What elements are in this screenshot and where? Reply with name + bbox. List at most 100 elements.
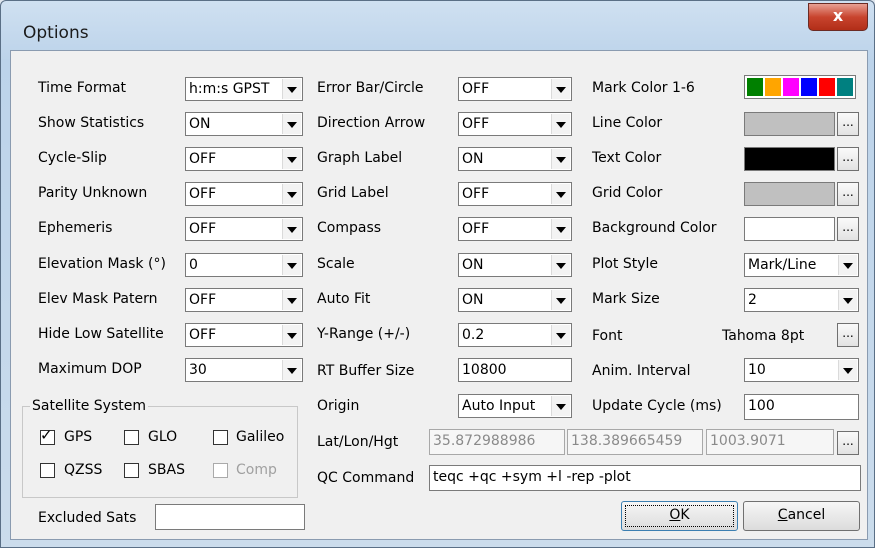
y-range-select[interactable]: 0.2 xyxy=(458,323,572,347)
chevron-down-icon[interactable] xyxy=(838,255,857,275)
chevron-down-icon[interactable] xyxy=(551,255,570,275)
anim-interval-value: 10 xyxy=(748,362,766,378)
focus-rectangle xyxy=(625,505,734,527)
chevron-down-icon[interactable] xyxy=(282,149,301,169)
chevron-down-icon[interactable] xyxy=(282,255,301,275)
chevron-down-icon[interactable] xyxy=(838,360,857,380)
satellite-system-group xyxy=(22,406,298,498)
mark-color-4-swatch[interactable] xyxy=(801,78,817,96)
chevron-down-icon[interactable] xyxy=(551,79,570,99)
cycle-slip-select[interactable]: OFF xyxy=(185,147,303,171)
line-color-swatch[interactable] xyxy=(744,112,835,136)
text-color-button[interactable]: ... xyxy=(837,147,859,171)
anim-interval-select[interactable]: 10 xyxy=(744,358,859,382)
chevron-down-icon[interactable] xyxy=(551,325,570,345)
height-input[interactable]: 1003.9071 xyxy=(706,429,834,455)
plot-style-select[interactable]: Mark/Line xyxy=(744,253,859,277)
longitude-input[interactable]: 138.389665459 xyxy=(567,429,703,455)
text-color-swatch[interactable] xyxy=(744,147,835,171)
origin-select[interactable]: Auto Input xyxy=(458,394,572,418)
cancel-label-rest: ancel xyxy=(787,507,826,523)
compass-select[interactable]: OFF xyxy=(458,217,572,241)
glo-checkbox[interactable] xyxy=(124,430,139,445)
maximum-dop-select[interactable]: 30 xyxy=(185,358,303,382)
chevron-down-icon[interactable] xyxy=(282,325,301,345)
hide-low-satellite-select[interactable]: OFF xyxy=(185,323,303,347)
update-cycle-input[interactable]: 100 xyxy=(744,394,859,420)
chevron-down-icon[interactable] xyxy=(838,290,857,310)
rt-buffer-size-value: 10800 xyxy=(462,362,507,378)
line-color-label: Line Color xyxy=(592,115,663,131)
chevron-down-icon[interactable] xyxy=(282,360,301,380)
plot-style-label: Plot Style xyxy=(592,256,659,272)
elevation-mask-label: Elevation Mask (°) xyxy=(38,256,166,272)
close-icon: x xyxy=(832,6,844,25)
chevron-down-icon[interactable] xyxy=(282,184,301,204)
cancel-button[interactable]: Cancel xyxy=(743,501,860,531)
elevation-mask-select[interactable]: 0 xyxy=(185,253,303,277)
sbas-checkbox[interactable] xyxy=(124,463,139,478)
mark-color-2-swatch[interactable] xyxy=(765,78,781,96)
cycle-slip-value: OFF xyxy=(189,151,217,167)
auto-fit-label: Auto Fit xyxy=(317,291,371,307)
cancel-mnemonic: C xyxy=(777,507,788,523)
time-format-select[interactable]: h:m:s GPST xyxy=(185,77,303,101)
chevron-down-icon[interactable] xyxy=(551,290,570,310)
chevron-down-icon[interactable] xyxy=(551,114,570,134)
time-format-value: h:m:s GPST xyxy=(189,81,270,97)
parity-unknown-select[interactable]: OFF xyxy=(185,182,303,206)
checkmark-icon: ✓ xyxy=(40,426,53,444)
graph-label-label: Graph Label xyxy=(317,150,403,166)
mark-size-select[interactable]: 2 xyxy=(744,288,859,312)
latlonhgt-browse-button[interactable]: ... xyxy=(837,431,859,455)
elev-mask-patern-label: Elev Mask Patern xyxy=(38,291,158,307)
mark-color-swatches[interactable] xyxy=(744,75,856,99)
gps-checkbox[interactable]: ✓ xyxy=(40,426,55,445)
grid-color-button[interactable]: ... xyxy=(837,182,859,206)
graph-label-select[interactable]: ON xyxy=(458,147,572,171)
scale-select[interactable]: ON xyxy=(458,253,572,277)
qzss-checkbox[interactable] xyxy=(40,463,55,478)
ephemeris-label: Ephemeris xyxy=(38,220,113,236)
error-bar-circle-label: Error Bar/Circle xyxy=(317,80,424,96)
close-button[interactable]: x xyxy=(808,3,868,31)
chevron-down-icon[interactable] xyxy=(282,219,301,239)
elev-mask-patern-select[interactable]: OFF xyxy=(185,288,303,312)
mark-color-6-swatch[interactable] xyxy=(837,78,853,96)
direction-arrow-select[interactable]: OFF xyxy=(458,112,572,136)
background-color-button[interactable]: ... xyxy=(837,217,859,241)
chevron-down-icon[interactable] xyxy=(551,149,570,169)
ephemeris-select[interactable]: OFF xyxy=(185,217,303,241)
show-statistics-select[interactable]: ON xyxy=(185,112,303,136)
chevron-down-icon[interactable] xyxy=(282,79,301,99)
error-bar-circle-select[interactable]: OFF xyxy=(458,77,572,101)
mark-color-3-swatch[interactable] xyxy=(783,78,799,96)
chevron-down-icon[interactable] xyxy=(282,114,301,134)
mark-color-1-swatch[interactable] xyxy=(747,78,763,96)
grid-label-select[interactable]: OFF xyxy=(458,182,572,206)
excluded-sats-input[interactable] xyxy=(155,504,305,530)
chevron-down-icon[interactable] xyxy=(282,290,301,310)
qc-command-input[interactable]: teqc +qc +sym +l -rep -plot xyxy=(429,465,861,491)
mark-color-5-swatch[interactable] xyxy=(819,78,835,96)
line-color-button[interactable]: ... xyxy=(837,112,859,136)
mark-color-label: Mark Color 1-6 xyxy=(592,80,695,96)
galileo-checkbox[interactable] xyxy=(213,430,228,445)
auto-fit-select[interactable]: ON xyxy=(458,288,572,312)
latitude-input[interactable]: 35.872988986 xyxy=(429,429,565,455)
elevation-mask-value: 0 xyxy=(189,257,198,273)
comp-label: Comp xyxy=(236,462,277,478)
grid-color-swatch[interactable] xyxy=(744,182,835,206)
chevron-down-icon[interactable] xyxy=(551,184,570,204)
title-bar[interactable]: Options x xyxy=(1,1,874,51)
ok-button[interactable]: OK xyxy=(621,501,738,531)
auto-fit-value: ON xyxy=(462,292,484,308)
rt-buffer-size-input[interactable]: 10800 xyxy=(458,358,572,382)
chevron-down-icon[interactable] xyxy=(551,219,570,239)
glo-label: GLO xyxy=(148,429,178,445)
qzss-label: QZSS xyxy=(64,462,103,478)
chevron-down-icon[interactable] xyxy=(551,396,570,416)
background-color-swatch[interactable] xyxy=(744,217,835,241)
compass-value: OFF xyxy=(462,221,490,237)
font-button[interactable]: ... xyxy=(837,323,859,347)
